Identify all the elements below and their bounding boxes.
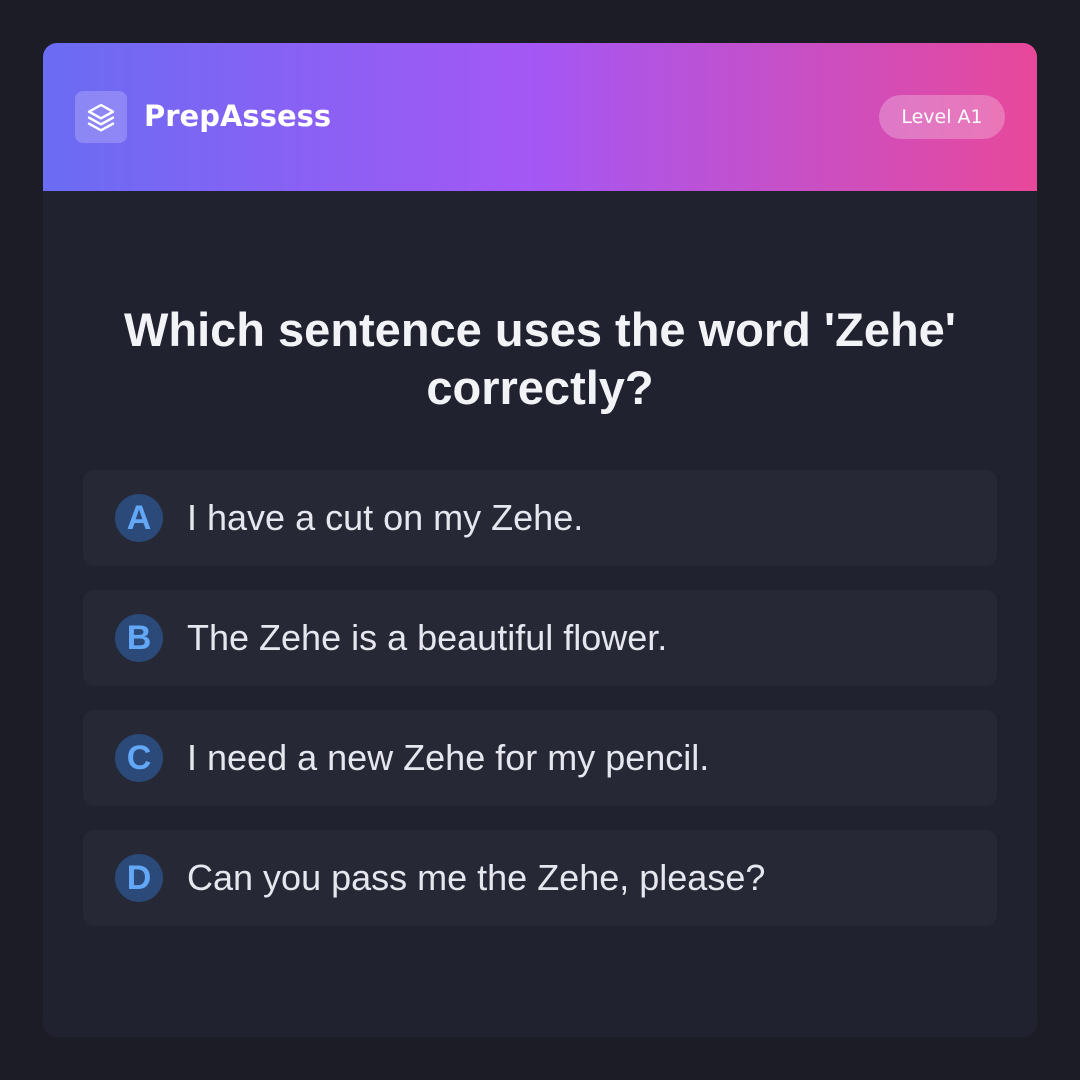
logo — [75, 91, 127, 143]
level-badge: Level A1 — [879, 95, 1005, 139]
option-text: The Zehe is a beautiful flower. — [187, 617, 668, 658]
option-letter-badge: A — [115, 494, 163, 542]
option-letter-badge: D — [115, 854, 163, 902]
option-c[interactable]: C I need a new Zehe for my pencil. — [83, 710, 997, 806]
option-letter-badge: C — [115, 734, 163, 782]
option-a[interactable]: A I have a cut on my Zehe. — [83, 470, 997, 566]
option-letter-badge: B — [115, 614, 163, 662]
layers-icon — [87, 103, 115, 132]
quiz-card: PrepAssess Level A1 Which sentence uses … — [43, 43, 1037, 1037]
option-b[interactable]: B The Zehe is a beautiful flower. — [83, 590, 997, 686]
option-text: I have a cut on my Zehe. — [187, 497, 584, 538]
answer-options: A I have a cut on my Zehe. B The Zehe is… — [83, 470, 997, 950]
option-d[interactable]: D Can you pass me the Zehe, please? — [83, 830, 997, 926]
question-text: Which sentence uses the word 'Zehe' corr… — [124, 303, 956, 414]
quiz-header: PrepAssess Level A1 — [43, 43, 1037, 191]
option-text: I need a new Zehe for my pencil. — [187, 737, 710, 778]
brand-name: PrepAssess — [144, 99, 332, 133]
option-text: Can you pass me the Zehe, please? — [187, 857, 766, 898]
